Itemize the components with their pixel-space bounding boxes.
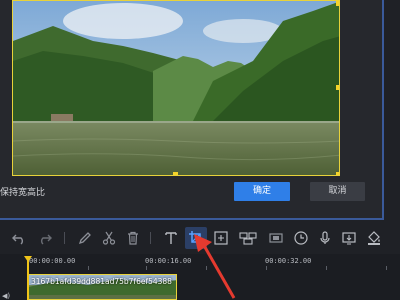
ruler-tick — [266, 266, 267, 270]
ruler-tick — [146, 266, 147, 270]
confirm-button[interactable]: 确定 — [234, 182, 290, 201]
video-preview[interactable] — [12, 0, 340, 176]
ruler-tick — [386, 266, 387, 270]
cancel-button[interactable]: 取消 — [310, 182, 365, 201]
toolbar-divider — [64, 232, 65, 244]
clip-name: 3167b1afd39dd881ad75b7f6ef54388 — [31, 277, 172, 286]
scissors-icon[interactable] — [98, 227, 120, 249]
screen-record-icon[interactable] — [338, 227, 360, 249]
annotation-arrow-icon — [194, 234, 236, 299]
text-icon[interactable] — [160, 227, 182, 249]
bucket-icon[interactable] — [363, 227, 385, 249]
video-editor: 保持宽高比 确定 取消 00:00:00.00 00:00:16.00 00:0… — [0, 0, 400, 300]
timer-icon[interactable] — [290, 227, 312, 249]
pen-icon[interactable] — [74, 227, 96, 249]
lake-mountain-image — [13, 1, 339, 175]
keep-aspect-ratio-label[interactable]: 保持宽高比 — [0, 185, 45, 198]
ruler-tick — [326, 266, 327, 270]
frame-icon[interactable] — [265, 227, 287, 249]
time-label: 00:00:32.00 — [265, 257, 312, 265]
redo-icon[interactable] — [34, 227, 56, 249]
undo-icon[interactable] — [8, 227, 30, 249]
trash-icon[interactable] — [122, 227, 144, 249]
toolbar-divider — [150, 232, 151, 244]
mosaic-icon[interactable] — [237, 227, 259, 249]
ruler-tick — [88, 266, 89, 270]
time-label: 00:00:16.00 — [145, 257, 192, 265]
audio-track-icon: ◀) — [2, 292, 11, 300]
mic-icon[interactable] — [314, 227, 336, 249]
time-label: 00:00:00.00 — [29, 257, 76, 265]
playhead[interactable] — [27, 260, 29, 300]
video-clip[interactable]: 3167b1afd39dd881ad75b7f6ef54388 — [27, 274, 177, 300]
crop-dialog: 保持宽高比 确定 取消 — [0, 0, 384, 220]
